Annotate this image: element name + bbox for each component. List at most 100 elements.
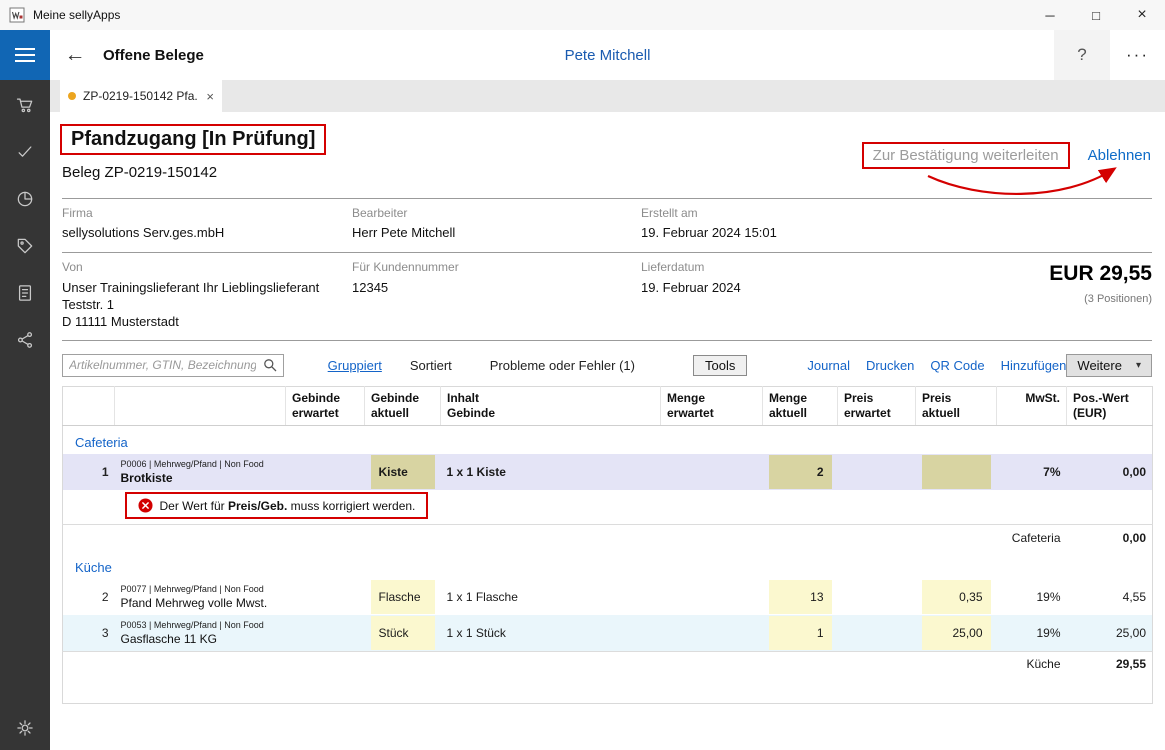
pos-wert-cell: 25,00 — [1067, 615, 1153, 652]
document-number: Beleg ZP-0219-150142 — [62, 164, 217, 181]
preis-erwartet-cell — [838, 615, 916, 652]
more-options-button[interactable]: ··· — [1110, 30, 1165, 80]
row-number: 2 — [63, 579, 115, 615]
table-row[interactable]: 2 P0077 | Mehrweg/Pfand | Non Food Pfand… — [63, 579, 1153, 615]
sortiert-link[interactable]: Sortiert — [410, 358, 452, 373]
group-header-kueche: Küche — [63, 551, 1153, 579]
cart-icon[interactable] — [15, 95, 35, 115]
kundennummer-value: 12345 — [352, 280, 388, 295]
reject-button[interactable]: Ablehnen — [1088, 147, 1151, 164]
qr-code-link[interactable]: QR Code — [930, 358, 984, 373]
mwst-cell: 19% — [997, 615, 1067, 652]
preis-aktuell-cell[interactable]: 0,35 — [916, 579, 997, 615]
tab-document[interactable]: ZP-0219-150142 Pfa... × — [60, 80, 222, 112]
col-header-menge-aktuell[interactable]: Mengeaktuell — [763, 387, 838, 426]
gebinde-erwartet-cell — [286, 579, 365, 615]
article-code: P0077 | Mehrweg/Pfand | Non Food — [121, 584, 280, 594]
hamburger-menu-icon[interactable] — [0, 30, 50, 80]
hinzufuegen-link[interactable]: Hinzufügen — [1001, 358, 1067, 373]
article-code: P0006 | Mehrweg/Pfand | Non Food — [121, 459, 280, 469]
chevron-down-icon: ▾ — [1136, 360, 1141, 371]
preis-aktuell-cell[interactable]: 25,00 — [916, 615, 997, 652]
col-header-menge-erwartet[interactable]: Mengeerwartet — [661, 387, 763, 426]
validation-error-row: Der Wert für Preis/Geb. muss korrigiert … — [63, 490, 1153, 525]
inhalt-gebinde-cell: 1 x 1 Stück — [441, 615, 661, 652]
tag-icon[interactable] — [15, 236, 35, 256]
preis-aktuell-cell[interactable] — [916, 454, 997, 490]
window-title: Meine sellyApps — [33, 8, 120, 22]
weitere-label: Weitere — [1077, 358, 1122, 373]
menge-erwartet-cell — [661, 579, 763, 615]
drucken-link[interactable]: Drucken — [866, 358, 914, 373]
page-title: Offene Belege — [103, 30, 204, 80]
pos-wert-cell: 0,00 — [1067, 454, 1153, 490]
checkmark-icon[interactable] — [15, 142, 35, 162]
table-row[interactable]: 3 P0053 | Mehrweg/Pfand | Non Food Gasfl… — [63, 615, 1153, 652]
von-label: Von — [62, 260, 83, 274]
weitere-dropdown-button[interactable]: Weitere ▾ — [1066, 354, 1152, 377]
search-icon[interactable] — [262, 357, 278, 373]
share-icon[interactable] — [15, 330, 35, 350]
gruppiert-link[interactable]: Gruppiert — [328, 358, 382, 373]
journal-link[interactable]: Journal — [807, 358, 850, 373]
table-row[interactable]: 1 P0006 | Mehrweg/Pfand | Non Food Brotk… — [63, 454, 1153, 490]
pie-chart-icon[interactable] — [15, 189, 35, 209]
group-header-cafeteria: Cafeteria — [63, 426, 1153, 455]
firma-label: Firma — [62, 206, 93, 220]
col-header-preis-erwartet[interactable]: Preiserwartet — [838, 387, 916, 426]
von-line1: Unser Trainingslieferant Ihr Lieblingsli… — [62, 280, 319, 295]
menge-aktuell-cell[interactable]: 1 — [763, 615, 838, 652]
gebinde-aktuell-cell[interactable]: Flasche — [365, 579, 441, 615]
group-subtotal-kueche: Küche 29,55 — [63, 651, 1153, 677]
bearbeiter-value: Herr Pete Mitchell — [352, 225, 455, 240]
menge-aktuell-cell[interactable]: 13 — [763, 579, 838, 615]
gebinde-erwartet-cell — [286, 454, 365, 490]
article-name: Brotkiste — [121, 471, 280, 485]
col-header-pos-wert[interactable]: Pos.-Wert(EUR) — [1067, 387, 1153, 426]
col-header-inhalt-gebinde[interactable]: InhaltGebinde — [441, 387, 661, 426]
error-text-post: muss korrigiert werden. — [287, 499, 415, 513]
row-number: 1 — [63, 454, 115, 490]
group-subtotal-cafeteria: Cafeteria 0,00 — [63, 525, 1153, 551]
col-header-preis-aktuell[interactable]: Preisaktuell — [916, 387, 997, 426]
article-name: Pfand Mehrweg volle Mwst. — [121, 596, 280, 610]
current-user[interactable]: Pete Mitchell — [50, 30, 1165, 80]
help-button[interactable]: ? — [1054, 30, 1110, 80]
search-input[interactable] — [63, 358, 262, 372]
forward-for-confirmation-button[interactable]: Zur Bestätigung weiterleiten — [862, 142, 1070, 169]
back-arrow-icon[interactable]: ← — [60, 30, 90, 80]
close-icon[interactable]: × — [1119, 0, 1165, 30]
col-header-gebinde-aktuell[interactable]: Gebindeaktuell — [365, 387, 441, 426]
error-text-pre: Der Wert für — [160, 499, 228, 513]
item-toolbar: Gruppiert Sortiert Probleme oder Fehler … — [62, 352, 1152, 378]
document-title: Pfandzugang [In Prüfung] — [60, 124, 326, 155]
col-header-num — [63, 387, 115, 426]
erstellt-am-label: Erstellt am — [641, 206, 698, 220]
preis-erwartet-cell — [838, 454, 916, 490]
gebinde-aktuell-cell[interactable]: Kiste — [365, 454, 441, 490]
gebinde-aktuell-cell[interactable]: Stück — [365, 615, 441, 652]
probleme-oder-fehler-link[interactable]: Probleme oder Fehler (1) — [490, 358, 635, 373]
gebinde-erwartet-cell — [286, 615, 365, 652]
app-header: Pete Mitchell ← Offene Belege ? ··· — [0, 30, 1165, 80]
minimize-icon[interactable]: ─ — [1027, 0, 1073, 30]
subtotal-value: 0,00 — [1067, 525, 1153, 551]
tools-button[interactable]: Tools — [693, 355, 747, 376]
menge-erwartet-cell — [661, 615, 763, 652]
preis-erwartet-cell — [838, 579, 916, 615]
col-header-article — [115, 387, 286, 426]
gear-icon[interactable] — [15, 718, 35, 738]
von-line3: D 11111 Musterstadt — [62, 314, 179, 329]
article-name: Gasflasche 11 KG — [121, 632, 280, 646]
subtotal-label: Cafeteria — [63, 525, 1067, 551]
book-icon[interactable] — [15, 283, 35, 303]
maximize-icon[interactable]: □ — [1073, 0, 1119, 30]
menge-aktuell-cell[interactable]: 2 — [763, 454, 838, 490]
divider — [62, 198, 1152, 199]
col-header-gebinde-erwartet[interactable]: Gebindeerwartet — [286, 387, 365, 426]
tab-bar: ZP-0219-150142 Pfa... × — [50, 80, 1165, 112]
tab-close-icon[interactable]: × — [198, 89, 214, 104]
error-message-box: Der Wert für Preis/Geb. muss korrigiert … — [125, 492, 429, 519]
error-text-field: Preis/Geb. — [228, 499, 287, 513]
col-header-mwst[interactable]: MwSt. — [997, 387, 1067, 426]
